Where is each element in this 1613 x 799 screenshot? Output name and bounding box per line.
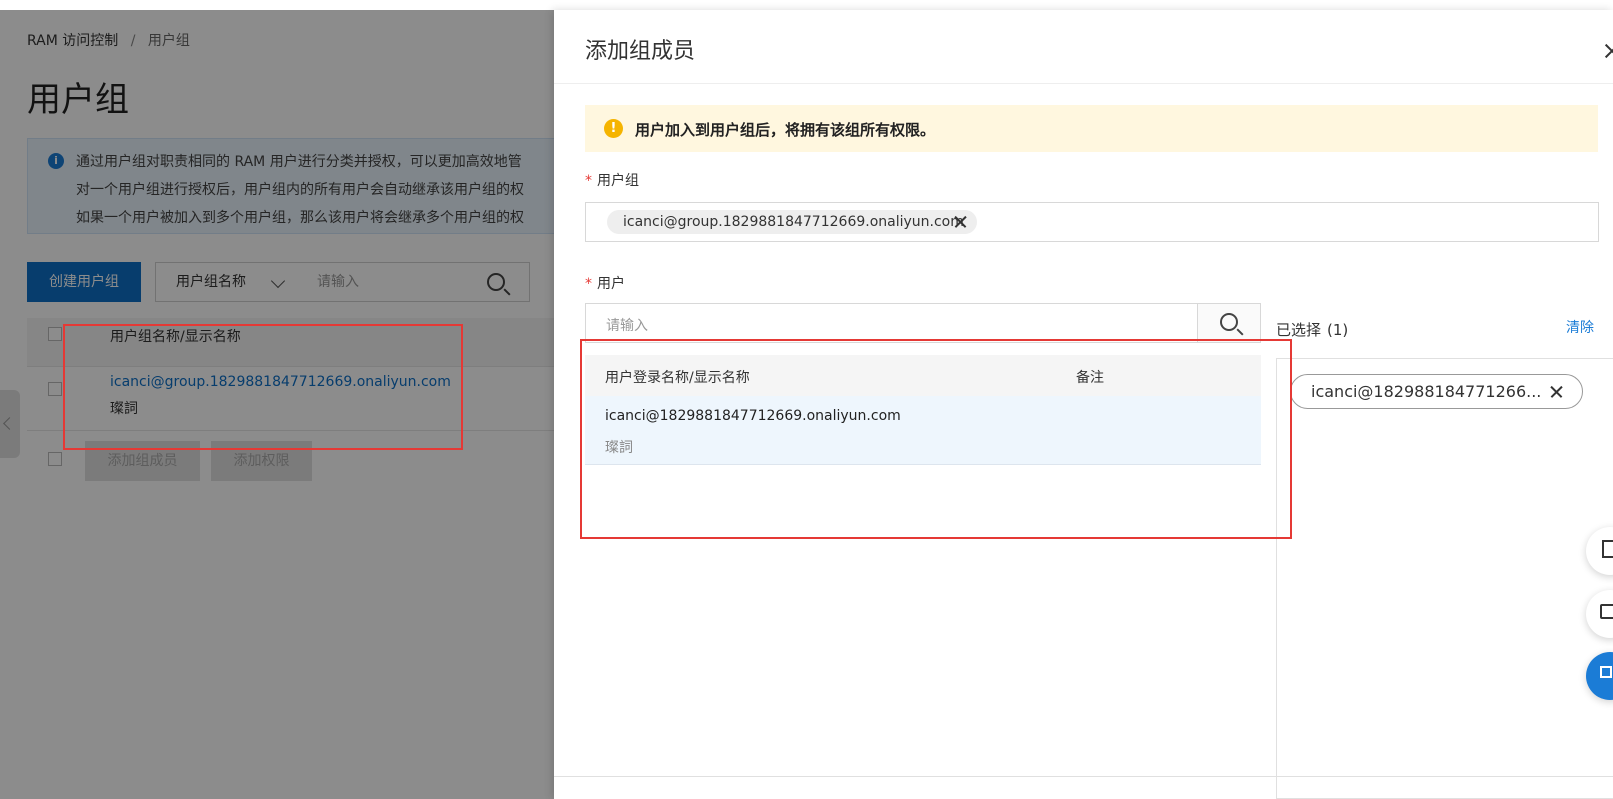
selected-count: (1): [1327, 321, 1349, 339]
user-search-input[interactable]: 请输入: [585, 303, 1261, 343]
remove-selected-icon[interactable]: [1549, 385, 1563, 399]
apps-icon: [1600, 666, 1612, 678]
selected-user-tag: icanci@182988184771266...: [1290, 374, 1583, 409]
user-row[interactable]: icanci@1829881847712669.onaliyun.com 璨詞: [585, 396, 1261, 465]
group-tag-label: icanci@group.1829881847712669.onaliyun.c…: [623, 214, 964, 230]
user-search-button[interactable]: [1197, 304, 1260, 342]
group-field-label: * 用户组: [585, 173, 639, 189]
selected-panel: [1276, 358, 1613, 799]
selected-label: 已选择 (1): [1276, 321, 1349, 339]
search-icon: [1220, 313, 1238, 331]
drawer-footer-divider: [554, 776, 1613, 777]
group-tag: icanci@group.1829881847712669.onaliyun.c…: [607, 210, 977, 234]
remove-tag-icon[interactable]: [953, 215, 967, 229]
user-login-name: icanci@1829881847712669.onaliyun.com: [605, 408, 901, 424]
warning-notice: ! 用户加入到用户组后，将拥有该组所有权限。: [585, 105, 1598, 152]
modal-overlay[interactable]: [0, 10, 554, 799]
warning-text: 用户加入到用户组后，将拥有该组所有权限。: [635, 121, 936, 139]
clear-link[interactable]: 清除: [1566, 317, 1594, 337]
column-header-login: 用户登录名称/显示名称: [605, 370, 750, 386]
warning-icon: !: [604, 119, 623, 138]
drawer-title: 添加组成员: [585, 39, 696, 64]
user-field-label: * 用户: [585, 276, 625, 292]
close-icon[interactable]: [1601, 40, 1613, 62]
chat-icon: [1600, 604, 1613, 619]
user-table-header: 用户登录名称/显示名称 备注: [585, 355, 1261, 396]
drawer-divider: [554, 83, 1613, 84]
selected-user-label: icanci@182988184771266...: [1311, 382, 1542, 401]
user-search-placeholder: 请输入: [606, 318, 648, 334]
document-icon: [1602, 540, 1613, 558]
column-header-note: 备注: [1076, 370, 1104, 386]
user-display-name: 璨詞: [605, 440, 633, 456]
